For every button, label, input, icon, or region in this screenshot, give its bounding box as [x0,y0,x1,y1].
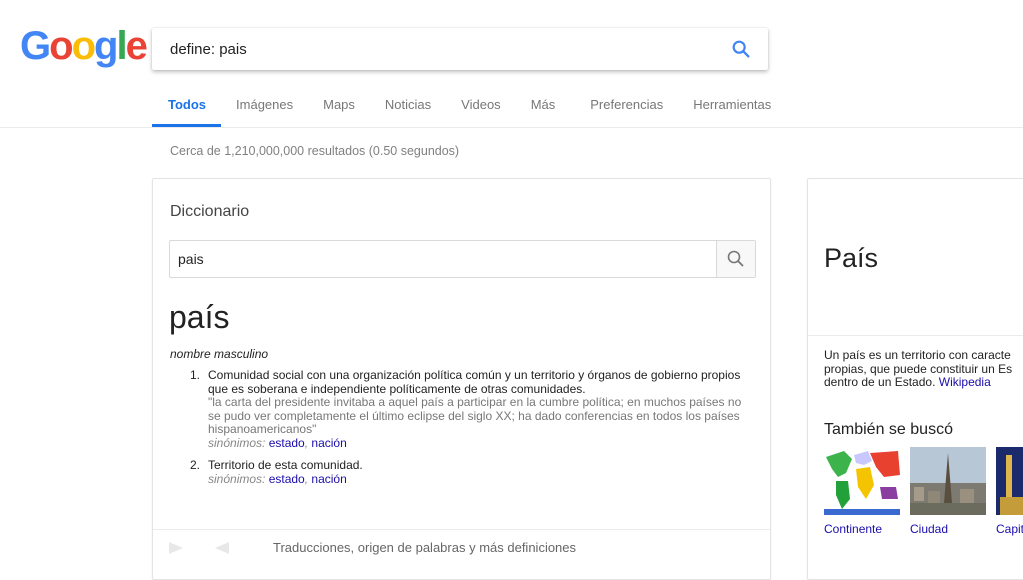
synonym-link[interactable]: estado [269,472,305,486]
tab-maps[interactable]: Maps [308,97,370,127]
logo-letter: l [116,24,127,68]
wikipedia-link[interactable]: Wikipedia [939,375,991,389]
dictionary-title: Diccionario [170,203,250,220]
definition-number: 1. [190,368,201,382]
tab-imagenes[interactable]: Imágenes [221,97,308,127]
also-searched-item[interactable]: Continente [824,447,900,536]
header-divider [0,127,1023,128]
synonyms-label: sinónimos: [208,435,266,450]
tab-herramientas[interactable]: Herramientas [678,97,786,127]
definition-list: 1. Comunidad social con una organización… [170,368,750,495]
also-searched-item[interactable]: Ciudad [910,447,986,536]
knowledge-panel-title: País [824,243,879,273]
definition-text: Territorio de esta comunidad. [208,458,363,472]
synonyms: sinónimos: estado, nación [208,471,750,487]
also-searched-list: Continente Ciudad Capit [824,447,1023,536]
knowledge-panel-divider [808,335,1023,336]
logo-letter: e [125,24,148,68]
knowledge-panel: País Un país es un territorio con caract… [807,178,1023,580]
more-definitions-text: Traducciones, origen de palabras y más d… [273,540,577,555]
synonym-link[interactable]: nación [311,472,346,486]
definition-example: "la carta del presidente invitaba a aque… [208,395,742,436]
search-tabs: Todos Imágenes Maps Noticias Videos Más … [152,97,786,127]
logo-letter: o [71,24,96,68]
synonyms: sinónimos: estado, nación [208,435,750,451]
synonym-link[interactable]: estado [269,436,305,450]
search-icon[interactable] [730,38,752,60]
description-line: Un país es un territorio con caracte [824,349,1011,362]
logo-letter: g [94,24,118,68]
capital-image [996,447,1023,515]
more-definitions-row[interactable]: Traducciones, origen de palabras y más d… [153,529,770,570]
tab-videos[interactable]: Videos [446,97,516,127]
dictionary-card: Diccionario país nombre masculino 1. Com… [152,178,771,580]
dictionary-search [169,240,756,278]
tab-mas[interactable]: Más [516,97,571,127]
description-line: dentro de un Estado. [824,375,939,389]
search-box [152,28,768,70]
knowledge-panel-description: Un país es un territorio con caracte pro… [824,349,1023,390]
synonym-link[interactable]: nación [311,436,346,450]
synonyms-label: sinónimos: [208,471,266,486]
also-searched-item[interactable]: Capit [996,447,1023,536]
chevron-icon [169,542,229,554]
synonym-separator: , [304,471,309,486]
result-stats: Cerca de 1,210,000,000 resultados (0.50 … [170,144,460,158]
also-searched-label: Ciudad [910,522,949,536]
tab-todos[interactable]: Todos [152,97,222,127]
definition-text: Comunidad social con una organización po… [208,368,741,396]
definition-item: 2. Territorio de esta comunidad. sinónim… [170,458,750,487]
continent-map-image [824,447,900,515]
tab-preferencias[interactable]: Preferencias [570,97,678,127]
definition-number: 2. [190,458,201,472]
search-input[interactable] [170,38,710,60]
dictionary-search-input[interactable] [178,250,708,268]
google-logo[interactable]: Google [20,24,148,69]
logo-letter: G [20,24,51,68]
city-image [910,447,986,515]
also-searched-label: Capit [996,522,1023,536]
also-searched-heading: También se buscó [824,421,953,438]
synonym-separator: , [304,435,309,450]
logo-letter: o [49,24,73,68]
dictionary-word: país [169,299,230,335]
dictionary-search-button[interactable] [716,241,755,277]
description-line: propias, que puede constituir un Es [824,361,1013,376]
definition-item: 1. Comunidad social con una organización… [170,368,750,451]
tab-noticias[interactable]: Noticias [370,97,446,127]
part-of-speech: nombre masculino [170,347,269,361]
also-searched-label: Continente [824,522,883,536]
search-icon [727,250,744,267]
